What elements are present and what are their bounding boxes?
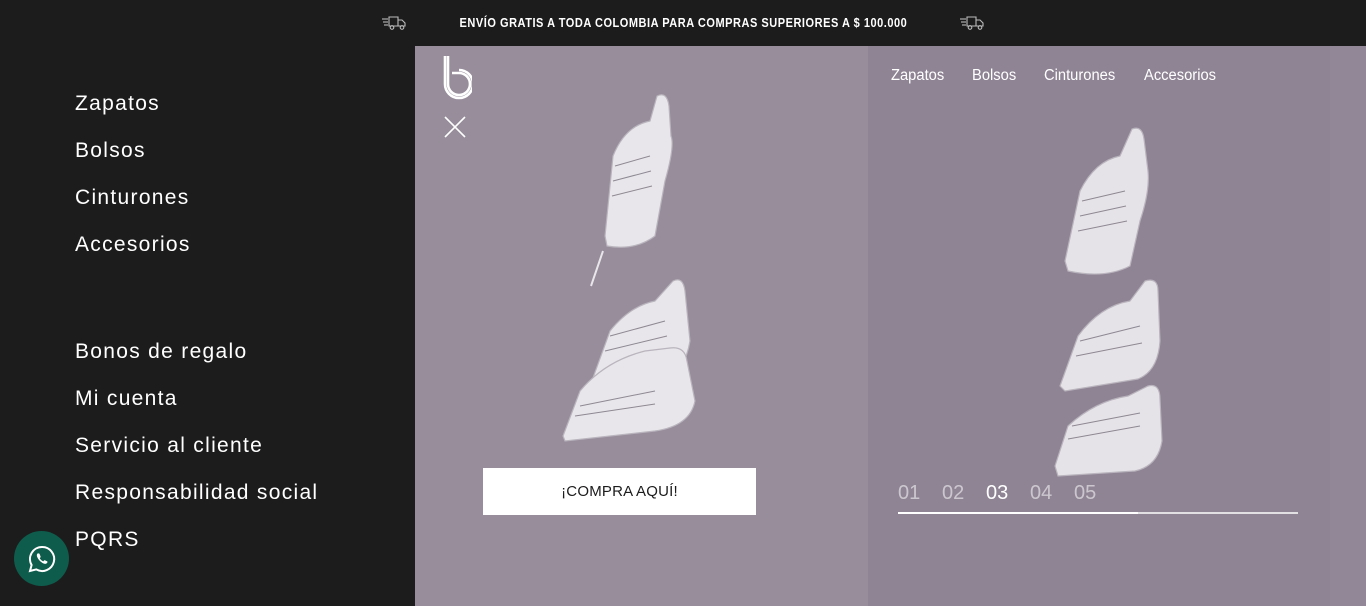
shop-now-button[interactable]: ¡COMPRA AQUÍ! [483, 468, 756, 515]
menu-item-cinturones[interactable]: Cinturones [75, 186, 190, 210]
menu-item-mi-cuenta[interactable]: Mi cuenta [75, 387, 178, 411]
menu-item-responsabilidad-social[interactable]: Responsabilidad social [75, 481, 318, 505]
shoes-image-right [1054, 127, 1163, 477]
close-icon[interactable] [443, 115, 467, 139]
truck-icon [381, 16, 406, 30]
side-menu: Zapatos Bolsos Cinturones Accesorios Bon… [0, 46, 415, 606]
hero-nav-accesorios[interactable]: Accesorios [1144, 67, 1216, 85]
slide-number-04[interactable]: 04 [1030, 482, 1053, 505]
promo-text: ENVÍO GRATIS A TODA COLOMBIA PARA COMPRA… [459, 16, 907, 30]
whatsapp-button[interactable] [14, 531, 69, 586]
promo-bar: ENVÍO GRATIS A TODA COLOMBIA PARA COMPRA… [0, 0, 1366, 46]
slide-number-03[interactable]: 03 [986, 482, 1009, 505]
menu-item-pqrs[interactable]: PQRS [75, 528, 140, 552]
hero-nav-cinturones[interactable]: Cinturones [1044, 67, 1115, 85]
menu-item-servicio-al-cliente[interactable]: Servicio al cliente [75, 434, 263, 458]
menu-item-bonos-de-regalo[interactable]: Bonos de regalo [75, 340, 247, 364]
whatsapp-icon [28, 545, 55, 572]
hero-banner: Zapatos Bolsos Cinturones Accesorios ¡CO… [415, 46, 1366, 606]
menu-item-zapatos[interactable]: Zapatos [75, 92, 160, 116]
hero-nav-bolsos[interactable]: Bolsos [972, 67, 1016, 85]
slide-progress-track [898, 512, 1298, 514]
brand-logo[interactable] [442, 54, 472, 100]
slide-progress-fill [898, 512, 1138, 514]
hero-panel-edge [1330, 46, 1366, 606]
menu-item-bolsos[interactable]: Bolsos [75, 139, 146, 163]
slide-number-05[interactable]: 05 [1074, 482, 1097, 505]
hero-nav-zapatos[interactable]: Zapatos [891, 67, 944, 85]
slide-pager: 01 02 03 04 05 [898, 482, 1118, 505]
slide-number-02[interactable]: 02 [942, 482, 965, 505]
menu-item-accesorios[interactable]: Accesorios [75, 233, 191, 257]
shoes-image-left [562, 94, 696, 442]
slide-number-01[interactable]: 01 [898, 482, 921, 505]
hero-nav: Zapatos Bolsos Cinturones Accesorios [891, 67, 1244, 85]
truck-icon [960, 16, 984, 30]
